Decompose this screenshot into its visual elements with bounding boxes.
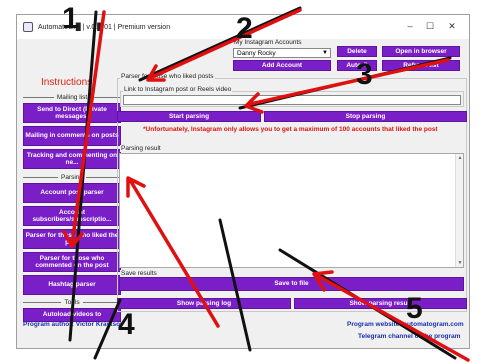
app-window: AutomatoGr█ | v.0.█ 01 | Premium version… [16, 14, 470, 349]
account-select[interactable]: Danny Rocky ▼ [233, 48, 331, 58]
sidebar-item-autoload-videos[interactable]: Autoload videos to [23, 308, 121, 322]
maximize-icon[interactable]: ☐ [423, 21, 437, 32]
section-header-tools-label: Tools [64, 299, 80, 306]
delete-button[interactable]: Delete [337, 46, 377, 57]
app-icon [23, 22, 33, 32]
stop-parsing-button[interactable]: Stop parsing [264, 111, 467, 122]
sidebar-item-hashtag-parser[interactable]: Hashtag parser [23, 275, 121, 295]
save-results-label: Save results [120, 270, 158, 277]
scroll-down-icon[interactable]: ▼ [456, 260, 464, 266]
start-parsing-button[interactable]: Start parsing [117, 111, 261, 122]
sidebar-item-tracking[interactable]: Tracking and commenting on ne... [23, 149, 121, 169]
parsing-result-textarea[interactable]: ▲ ▼ [119, 153, 464, 268]
section-header-mailing: Mailing list [23, 94, 121, 101]
account-select-value: Danny Rocky [237, 49, 276, 57]
add-account-button[interactable]: Add Account [233, 60, 331, 71]
auto-button[interactable]: Auto-S [337, 60, 377, 71]
section-header-tools: Tools [23, 299, 121, 306]
show-result-button[interactable]: Show parsing result [294, 298, 467, 309]
post-link-input[interactable] [123, 95, 461, 105]
scroll-up-icon[interactable]: ▲ [456, 155, 464, 161]
result-scrollbar[interactable]: ▲ ▼ [455, 154, 463, 267]
section-header-mailing-label: Mailing list [56, 94, 88, 101]
minimize-icon[interactable]: – [403, 21, 417, 31]
parsing-result-label: Parsing result [120, 145, 162, 152]
website-link[interactable]: Program website: automatogram.com [347, 321, 464, 328]
sidebar-item-send-direct[interactable]: Send to Direct (Private messages) [23, 103, 121, 123]
accounts-group-label: My Instagram Accounts [233, 39, 303, 46]
sidebar-item-liked-parser[interactable]: Parser for those who liked the post [23, 229, 121, 249]
sidebar-item-mailing-comments[interactable]: Mailing in comments on posts [23, 126, 121, 146]
refresh-list-button[interactable]: Refresh list [382, 60, 460, 71]
open-browser-button[interactable]: Open in browser [382, 46, 460, 57]
show-log-button[interactable]: Show parsing log [117, 298, 291, 309]
author-link[interactable]: Program author: Victor Kravtsov [23, 321, 124, 328]
window-title: AutomatoGr█ | v.0.█ 01 | Premium version [38, 23, 171, 31]
parser-panel-label: Parser for those who liked posts [120, 73, 215, 80]
title-bar: AutomatoGr█ | v.0.█ 01 | Premium version… [17, 15, 469, 39]
section-header-parsing-label: Parsing [60, 174, 84, 181]
sidebar-item-account-post-parser[interactable]: Account post parser [23, 183, 121, 203]
link-label: Link to Instagram post or Reels video [123, 86, 233, 93]
close-icon[interactable]: ✕ [445, 21, 459, 32]
sidebar-item-commented-parser[interactable]: Parser for those who commented on the po… [23, 252, 121, 272]
save-to-file-button[interactable]: Save to file [119, 277, 464, 291]
section-header-parsing: Parsing [23, 174, 122, 181]
instructions-title[interactable]: Instructions [41, 77, 92, 88]
sidebar-item-subscribers-parser[interactable]: Account subscribers/subscriptio... [23, 206, 121, 226]
telegram-link[interactable]: Telegram channel of the program [358, 333, 460, 340]
chevron-down-icon: ▼ [322, 50, 328, 56]
warning-text: *Unfortunately, Instagram only allows yo… [143, 126, 438, 133]
